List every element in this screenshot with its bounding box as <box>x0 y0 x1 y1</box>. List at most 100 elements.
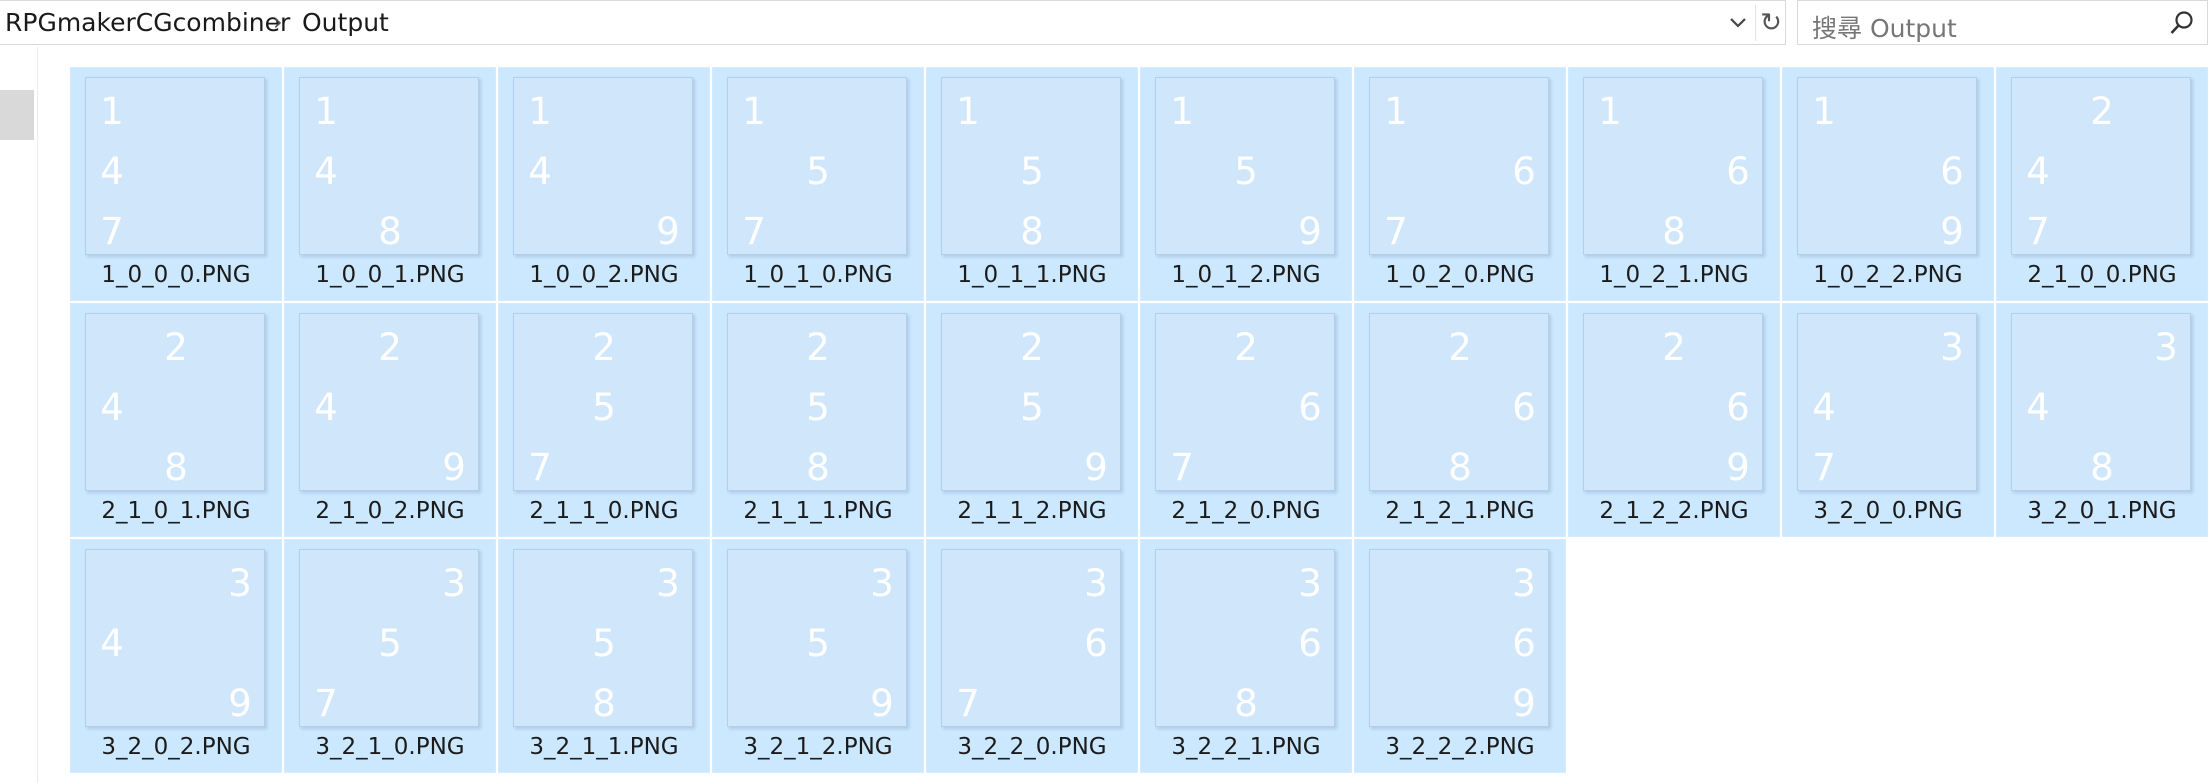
refresh-button[interactable]: ↻ <box>1755 5 1786 41</box>
file-item[interactable]: 2 4 9 2_1_0_2.PNG <box>284 303 496 537</box>
file-thumbnail: 26 9 <box>1583 313 1763 491</box>
thumbnail-digit-bot: 7 <box>1812 446 1836 489</box>
thumbnail-digit-mid: 5 <box>1020 150 1044 193</box>
thumbnail-digit-bot: 9 <box>1940 210 1964 253</box>
thumbnail-digit-top: 3 <box>656 562 680 605</box>
file-name-label: 1_0_2_1.PNG <box>1599 262 1749 288</box>
file-name-label: 2_1_2_0.PNG <box>1171 498 1321 524</box>
file-item[interactable]: 3 4 8 3_2_0_1.PNG <box>1996 303 2208 537</box>
file-item[interactable]: 1 6 8 1_0_2_1.PNG <box>1568 67 1780 301</box>
file-name-label: 1_0_1_0.PNG <box>743 262 893 288</box>
thumbnail-digit-bot: 8 <box>592 682 616 725</box>
file-thumbnail: 3 4 7 <box>1797 313 1977 491</box>
thumbnail-digit-top: 2 <box>1448 326 1472 369</box>
file-name-label: 3_2_1_1.PNG <box>529 734 679 760</box>
navigation-pane-scrollbar[interactable] <box>0 90 34 140</box>
file-name-label: 2_1_1_1.PNG <box>743 498 893 524</box>
thumbnail-digit-mid: 5 <box>806 150 830 193</box>
chevron-down-icon <box>1730 18 1746 28</box>
search-box[interactable]: 搜尋 Output <box>1797 0 2208 45</box>
thumbnail-digit-top: 1 <box>528 90 552 133</box>
file-name-label: 2_1_1_0.PNG <box>529 498 679 524</box>
file-item[interactable]: 3 5 7 3_2_1_0.PNG <box>284 539 496 773</box>
thumbnail-digit-bot: 9 <box>442 446 466 489</box>
search-input[interactable]: 搜尋 Output <box>1812 9 1957 45</box>
file-thumbnail: 3 68 <box>1155 549 1335 727</box>
file-name-label: 1_0_2_0.PNG <box>1385 262 1535 288</box>
file-item[interactable]: 3 6 7 3_2_2_0.PNG <box>926 539 1138 773</box>
file-item[interactable]: 2 6 9 2_1_2_2.PNG <box>1568 303 1780 537</box>
thumbnail-digit-top: 2 <box>1662 326 1686 369</box>
thumbnail-digit-bot: 8 <box>1662 210 1686 253</box>
thumbnail-digit-bot: 9 <box>1298 210 1322 253</box>
file-item[interactable]: 1 6 7 1_0_2_0.PNG <box>1354 67 1566 301</box>
file-thumbnail: 268 <box>1369 313 1549 491</box>
file-thumbnail: 2 57 <box>513 313 693 491</box>
file-item[interactable]: 3 5 8 3_2_1_1.PNG <box>498 539 710 773</box>
file-item[interactable]: 3 4 9 3_2_0_2.PNG <box>70 539 282 773</box>
thumbnail-digit-top: 1 <box>1598 90 1622 133</box>
thumbnail-digit-mid: 5 <box>592 622 616 665</box>
file-item[interactable]: 3 6 9 3_2_2_2.PNG <box>1354 539 1566 773</box>
thumbnail-digit-top: 1 <box>1170 90 1194 133</box>
file-item[interactable]: 3 6 8 3_2_2_1.PNG <box>1140 539 1352 773</box>
file-item[interactable]: 1 5 9 1_0_1_2.PNG <box>1140 67 1352 301</box>
file-item[interactable]: 1 4 7 1_0_0_0.PNG <box>70 67 282 301</box>
file-thumbnail: 3 4 9 <box>85 549 265 727</box>
file-thumbnail: 157 <box>727 77 907 255</box>
thumbnail-digit-top: 1 <box>742 90 766 133</box>
thumbnail-digit-top: 3 <box>228 562 252 605</box>
file-item[interactable]: 3 4 7 3_2_0_0.PNG <box>1782 303 1994 537</box>
thumbnail-digit-mid: 6 <box>1298 386 1322 429</box>
file-item[interactable]: 1 5 8 1_0_1_1.PNG <box>926 67 1138 301</box>
address-bar[interactable]: RPGmakerCGcombiner › Output ↻ <box>0 0 1786 45</box>
file-thumbnail: 1 68 <box>1583 77 1763 255</box>
file-name-label: 1_0_2_2.PNG <box>1813 262 1963 288</box>
thumbnail-digit-bot: 9 <box>1084 446 1108 489</box>
thumbnail-digit-bot: 8 <box>1234 682 1258 725</box>
file-item[interactable]: 2 5 9 2_1_1_2.PNG <box>926 303 1138 537</box>
file-name-label: 2_1_0_0.PNG <box>2027 262 2177 288</box>
thumbnail-digit-mid: 6 <box>1298 622 1322 665</box>
file-item[interactable]: 2 5 8 2_1_1_1.PNG <box>712 303 924 537</box>
thumbnail-digit-bot: 7 <box>528 446 552 489</box>
thumbnail-digit-top: 2 <box>378 326 402 369</box>
breadcrumb-item-root[interactable]: RPGmakerCGcombiner <box>5 8 290 37</box>
file-item[interactable]: 3 5 9 3_2_1_2.PNG <box>712 539 924 773</box>
file-item[interactable]: 2 6 7 2_1_2_0.PNG <box>1140 303 1352 537</box>
file-thumbnail: 1 6 9 <box>1797 77 1977 255</box>
file-name-label: 1_0_1_2.PNG <box>1171 262 1321 288</box>
address-history-dropdown-button[interactable] <box>1724 5 1752 41</box>
file-item[interactable]: 1 5 7 1_0_1_0.PNG <box>712 67 924 301</box>
breadcrumb-item-current[interactable]: Output <box>302 8 389 37</box>
breadcrumb-separator-icon[interactable]: › <box>273 8 283 36</box>
file-item[interactable]: 2 4 8 2_1_0_1.PNG <box>70 303 282 537</box>
file-item[interactable]: 2 5 7 2_1_1_0.PNG <box>498 303 710 537</box>
file-name-label: 1_0_1_1.PNG <box>957 262 1107 288</box>
file-name-label: 2_1_2_2.PNG <box>1599 498 1749 524</box>
thumbnail-digit-bot: 9 <box>870 682 894 725</box>
file-item[interactable]: 1 6 9 1_0_2_2.PNG <box>1782 67 1994 301</box>
file-name-label: 3_2_2_1.PNG <box>1171 734 1321 760</box>
thumbnail-digit-bot: 7 <box>1170 446 1194 489</box>
thumbnail-digit-mid: 5 <box>1020 386 1044 429</box>
thumbnail-digit-mid: 4 <box>1812 386 1836 429</box>
file-name-label: 1_0_0_1.PNG <box>315 262 465 288</box>
file-name-label: 2_1_0_2.PNG <box>315 498 465 524</box>
thumbnail-digit-top: 1 <box>1384 90 1408 133</box>
thumbnail-digit-mid: 6 <box>1084 622 1108 665</box>
thumbnail-digit-top: 3 <box>1084 562 1108 605</box>
file-thumbnail: 3 6 9 <box>1369 549 1549 727</box>
file-item[interactable]: 2 4 7 2_1_0_0.PNG <box>1996 67 2208 301</box>
file-thumbnail: 1 4 9 <box>513 77 693 255</box>
thumbnail-digit-bot: 8 <box>2090 446 2114 489</box>
file-item[interactable]: 1 4 8 1_0_0_1.PNG <box>284 67 496 301</box>
file-item[interactable]: 2 6 8 2_1_2_1.PNG <box>1354 303 1566 537</box>
search-icon[interactable] <box>2169 10 2195 36</box>
thumbnail-digit-bot: 7 <box>1384 210 1408 253</box>
file-thumbnail: 24 7 <box>2011 77 2191 255</box>
file-item[interactable]: 1 4 9 1_0_0_2.PNG <box>498 67 710 301</box>
thumbnail-digit-mid: 6 <box>1512 622 1536 665</box>
thumbnail-digit-mid: 4 <box>100 622 124 665</box>
thumbnail-digit-top: 1 <box>1812 90 1836 133</box>
